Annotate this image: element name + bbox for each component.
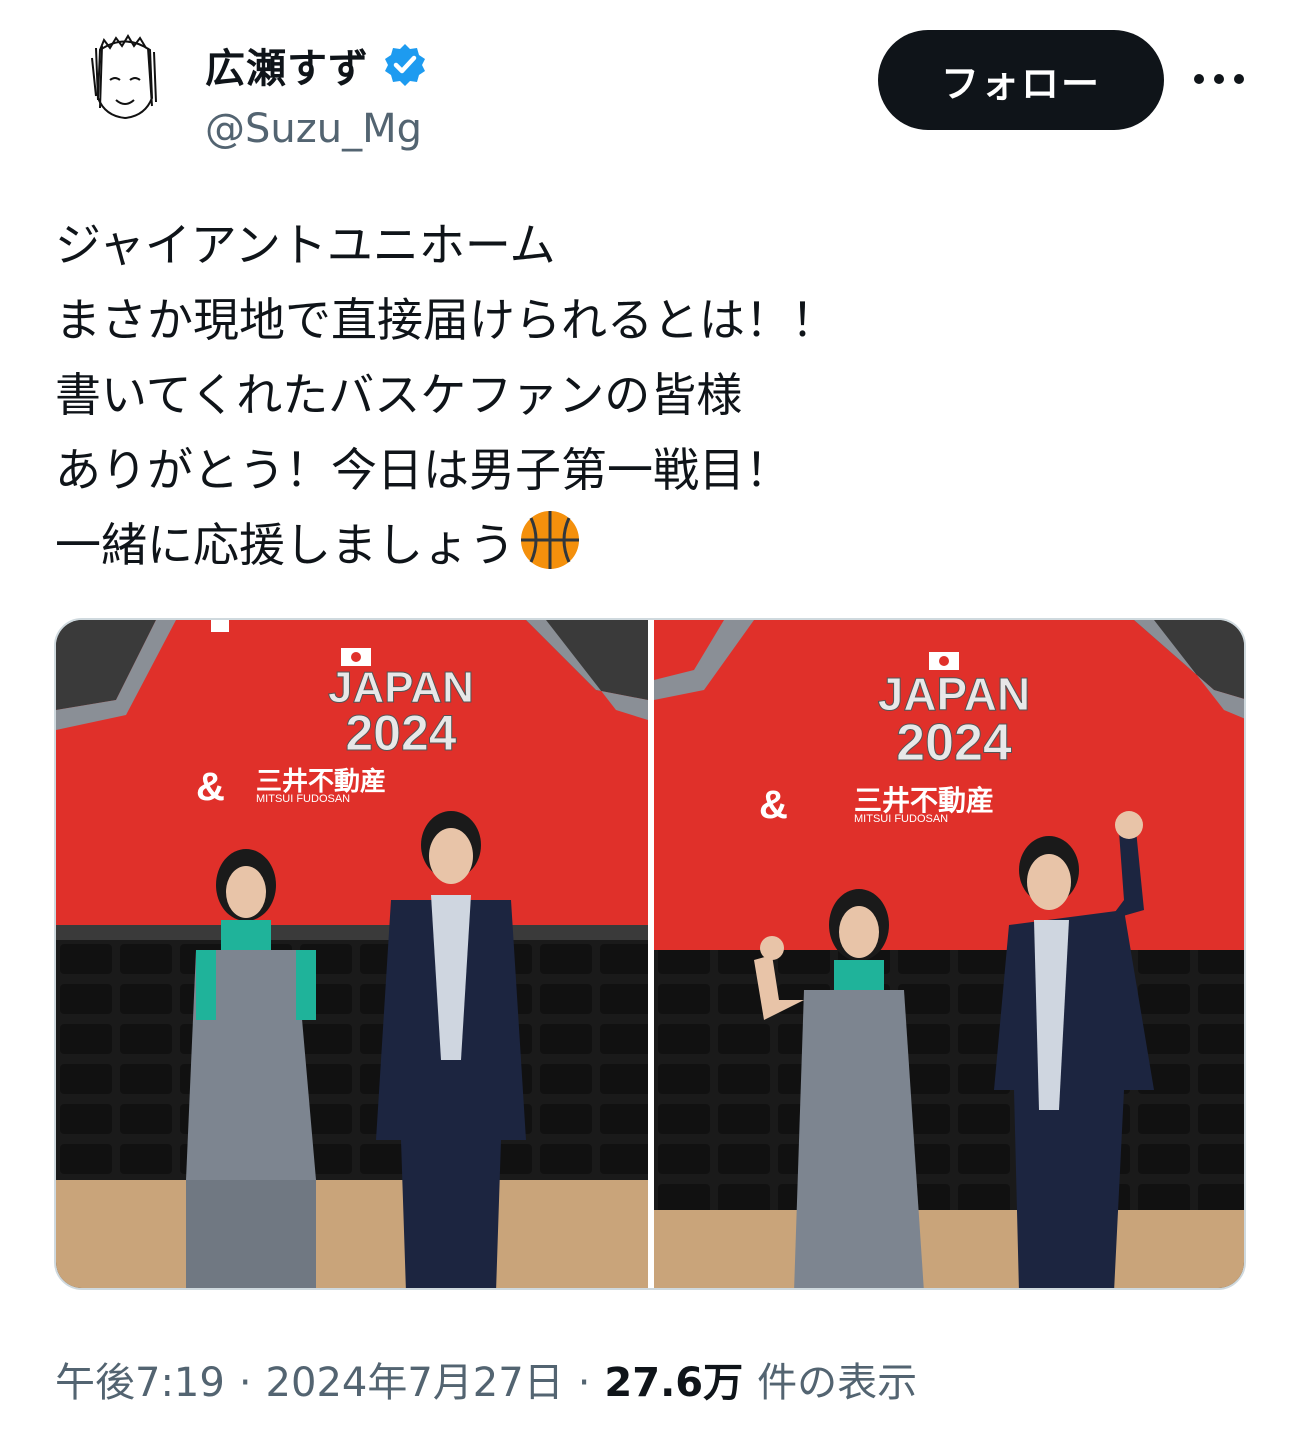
jersey-year-text: 2024 bbox=[345, 705, 456, 761]
more-options-icon[interactable] bbox=[1188, 58, 1250, 100]
jersey-year-text: 2024 bbox=[896, 714, 1012, 772]
tweet-text: ジャイアントユニホーム まさか現地で直接届けられるとは！！ 書いてくれたバスケフ… bbox=[55, 208, 1245, 583]
tweet-date[interactable]: 2024年7月27日 bbox=[266, 1350, 564, 1408]
tweet-line: ジャイアントユニホーム bbox=[55, 218, 556, 272]
meta-separator: · bbox=[238, 1360, 252, 1406]
jersey-country-text: JAPAN bbox=[878, 668, 1031, 720]
sponsor-en: MITSUI FUDOSAN bbox=[854, 813, 948, 825]
sponsor-en: MITSUI FUDOSAN bbox=[256, 793, 350, 805]
media-grid: JAPAN 2024 & 三井不動産 MITSUI FUDOSAN JAPAN … bbox=[54, 618, 1246, 1290]
avatar[interactable] bbox=[70, 28, 180, 138]
photo-left-image: JAPAN 2024 & 三井不動産 MITSUI FUDOSAN bbox=[56, 620, 648, 1288]
verified-badge-icon bbox=[385, 44, 425, 86]
avatar-drawing-icon bbox=[91, 34, 157, 120]
meta-separator: · bbox=[577, 1360, 591, 1406]
tweet-line: 一緒に応援しましょう bbox=[55, 518, 515, 572]
photo-left[interactable]: JAPAN 2024 & 三井不動産 MITSUI FUDOSAN bbox=[56, 620, 648, 1288]
name-row: 広瀬すず bbox=[205, 36, 429, 94]
tweet-line: ありがとう！今日は男子第一戦目！ bbox=[55, 443, 791, 497]
display-name[interactable]: 広瀬すず bbox=[205, 36, 369, 94]
tweet-time[interactable]: 午後7:19 bbox=[55, 1350, 225, 1408]
tweet-line: まさか現地で直接届けられるとは！！ bbox=[55, 293, 837, 347]
photo-right[interactable]: JAPAN 2024 & 三井不動産 MITSUI FUDOSAN bbox=[654, 620, 1244, 1288]
tweet-line-with-emoji: 一緒に応援しましょう bbox=[55, 508, 1245, 583]
tweet-header: 広瀬すず @Suzu_Mg フォロー bbox=[0, 0, 1300, 180]
views-count[interactable]: 27.6万 bbox=[604, 1350, 743, 1408]
sponsor-mark: & bbox=[196, 765, 225, 809]
views-label: 件の表示 bbox=[757, 1360, 918, 1406]
photo-right-image: JAPAN 2024 & 三井不動産 MITSUI FUDOSAN bbox=[654, 620, 1244, 1288]
tweet-meta: 午後7:19 · 2024年7月27日 · 27.6万 件の表示 bbox=[55, 1350, 917, 1408]
user-handle[interactable]: @Suzu_Mg bbox=[205, 106, 422, 152]
follow-button[interactable]: フォロー bbox=[878, 30, 1164, 130]
basketball-icon bbox=[521, 511, 579, 569]
sponsor-mark: & bbox=[759, 783, 788, 827]
tweet-line: 書いてくれたバスケファンの皆様 bbox=[55, 368, 743, 422]
